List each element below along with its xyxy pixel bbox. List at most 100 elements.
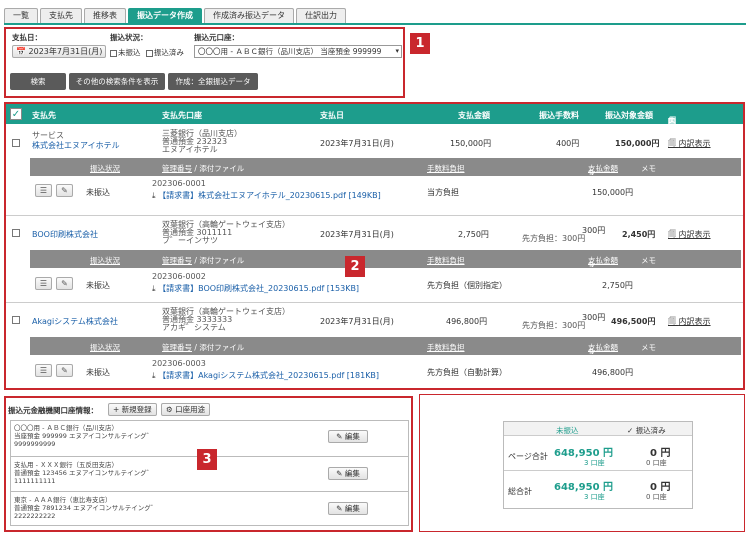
edit-account-button[interactable]: ✎ 編集 [328, 430, 368, 443]
summary-panel: 未振込 ✓ 振込済み ページ合計 648,950 円 3 口座 0 円 0 口座… [419, 394, 745, 532]
account-holder: エヌアイホテル [162, 145, 218, 154]
mgmt-number: 202306-0003 [152, 359, 206, 368]
download-icon: ⤓ [152, 191, 156, 200]
attachment: ⤓ 【請求書】Akagiシステム株式会社_20230615.pdf [181KB… [152, 370, 379, 381]
account-holder: ブ゛ーインサツ [162, 236, 218, 245]
memo-button[interactable]: ☰ [35, 184, 52, 197]
header-amount: 支払金額 [458, 111, 490, 120]
tab-list[interactable]: 一覧 [4, 8, 38, 23]
status-filters: 未振込 振込済み [110, 47, 184, 58]
edit-pencil-button[interactable]: ✎ [56, 364, 73, 377]
row-checkbox[interactable] [12, 229, 20, 237]
page-paid-amount: 0 円 [650, 448, 671, 459]
attachment: ⤓ 【請求書】BOO印刷株式会社_20230615.pdf [153KB] [152, 283, 359, 294]
annotation-badge-2: 2 [345, 256, 365, 277]
pay-amount: 496,800円 [446, 317, 488, 326]
memo-icon: ☰ [39, 279, 48, 288]
payee-name-link[interactable]: BOO印刷株式会社 [32, 229, 98, 240]
download-icon: ⤓ [152, 371, 156, 380]
edit-pencil-button[interactable]: ✎ [56, 184, 73, 197]
search-panel: 支払日： 📅 2023年7月31日(月) 振込状況： 未振込 振込済み 振込元口… [4, 27, 405, 98]
bank-panel-title: 振込元金融機関口座情報： [8, 406, 98, 415]
check-icon: ✓ [627, 426, 634, 435]
sub-fee-burden-header[interactable]: 手数料負担 [427, 343, 465, 352]
pay-date: 2023年7月31日(月) [320, 230, 394, 239]
table-row: サービス 株式会社エヌアイホテル 三菱銀行（品川支店） 普通預金 232323 … [6, 124, 743, 211]
row-checkbox[interactable] [12, 139, 20, 147]
tab-journal-export[interactable]: 仕訳出力 [296, 8, 346, 23]
tab-create-transfer[interactable]: 振込データ作成 [128, 8, 202, 23]
sub-mgmt-header[interactable]: 管理番号 [162, 164, 192, 173]
sub-mgmt-header[interactable]: 管理番号 [162, 343, 192, 352]
pencil-icon: ✎ [336, 504, 343, 513]
total-paid-amount: 0 円 [650, 482, 671, 493]
transfer-fee: 400円 [556, 139, 580, 148]
page-unpaid-amount: 648,950 円 [554, 448, 614, 459]
plus-icon: + [113, 405, 120, 414]
sub-fee-burden-header[interactable]: 手数料負担 [427, 164, 465, 173]
date-picker[interactable]: 📅 2023年7月31日(月) [12, 45, 106, 58]
create-zengin-button[interactable]: 作成：全銀振込データ [168, 73, 258, 90]
fee-burden: 先方負担（自動計算） [427, 368, 507, 377]
unpaid-checkbox[interactable] [110, 49, 117, 57]
tab-trend[interactable]: 推移表 [84, 8, 126, 23]
paid-checkbox[interactable] [145, 49, 153, 57]
sub-fee-burden-header[interactable]: 手数料負担 [427, 256, 465, 265]
summary-col-paid: ✓ 振込済み [627, 426, 666, 435]
payee-name-link[interactable]: Akagiシステム株式会社 [32, 316, 118, 327]
more-conditions-button[interactable]: その他の検索条件を表示 [69, 73, 165, 90]
attachment-link[interactable]: 【請求書】Akagiシステム株式会社_20230615.pdf [181KB] [158, 371, 379, 380]
payee-prefix: サービス [32, 131, 64, 140]
new-account-button[interactable]: + 新規登録 [108, 403, 157, 416]
list-item: 東京 - ＡＡＡ銀行（恵比寿支店） 普通預金 7891234 エヌアイコンサルテイ… [10, 491, 409, 526]
detail-link[interactable]: 🗐 内訳表示 [668, 138, 711, 152]
detail-link[interactable]: 🗐 内訳表示 [668, 316, 711, 330]
payee-name-link[interactable]: 株式会社エヌアイホテル [32, 140, 120, 151]
paid-label: 振込済み [153, 48, 184, 57]
date-label: 支払日： [12, 33, 42, 42]
page-paid-count: 0 口座 [646, 459, 667, 467]
pencil-icon: ✎ [61, 186, 68, 195]
attachment: ⤓ 【請求書】株式会社エヌアイホテル_20230615.pdf [149KB] [152, 190, 381, 201]
fee-burden: 先方負担（個別指定） [427, 281, 507, 290]
sub-memo-header: メモ [641, 164, 656, 173]
header-fee: 振込手数料 [539, 111, 579, 120]
chevron-down-icon: ▾ [395, 47, 399, 55]
edit-account-button[interactable]: ✎ 編集 [328, 502, 368, 515]
edit-account-button[interactable]: ✎ 編集 [328, 467, 368, 480]
detail-icon: 🗐 [668, 139, 676, 148]
summary-col-unpaid: 未振込 [556, 426, 579, 435]
header-payee: 支払先 [32, 111, 56, 120]
attachment-link[interactable]: 【請求書】BOO印刷株式会社_20230615.pdf [153KB] [158, 284, 359, 293]
detail-link[interactable]: 🗐 内訳表示 [668, 229, 711, 243]
pencil-icon: ✎ [61, 366, 68, 375]
pencil-icon: ✎ [61, 279, 68, 288]
account-usage-button[interactable]: ⚙ 口座用途 [161, 403, 211, 416]
tab-payees[interactable]: 支払先 [40, 8, 82, 23]
search-button[interactable]: 検索 [10, 73, 66, 90]
pay-date: 2023年7月31日(月) [320, 317, 394, 326]
sub-header: 振込状況 管理番号 / 添付ファイル 手数料負担 ⇅ 支払金額 メモ [30, 337, 741, 356]
sub-header: 振込状況 管理番号 / 添付ファイル 手数料負担 ⇅ 支払金額 メモ [30, 250, 741, 269]
gear-icon: ⚙ [166, 405, 173, 414]
pay-amount: 2,750円 [458, 230, 489, 239]
attachment-link[interactable]: 【請求書】株式会社エヌアイホテル_20230615.pdf [149KB] [158, 191, 381, 200]
results-panel: ✓ 支払先 支払先口座 支払日 支払金額 振込手数料 振込対象金額 🗐 内訳表示… [4, 102, 745, 390]
tab-created-transfers[interactable]: 作成済み振込データ [204, 8, 294, 23]
fee-burden: 当方負担 [427, 188, 459, 197]
sub-mgmt-header[interactable]: 管理番号 [162, 256, 192, 265]
mgmt-number: 202306-0001 [152, 179, 206, 188]
source-account-select[interactable]: 〇〇〇用 - ＡＢＣ銀行（品川支店） 当座預金 999999 ▾ [194, 45, 402, 58]
memo-button[interactable]: ☰ [35, 364, 52, 377]
total-unpaid-count: 3 口座 [584, 493, 605, 501]
sub-status-header[interactable]: 振込状況 [90, 164, 120, 173]
transfer-status: 未振込 [86, 281, 110, 290]
transfer-fee: 300円 [582, 226, 606, 235]
select-all-checkbox[interactable]: ✓ [10, 108, 22, 120]
memo-button[interactable]: ☰ [35, 277, 52, 290]
row-checkbox[interactable] [12, 316, 20, 324]
edit-pencil-button[interactable]: ✎ [56, 277, 73, 290]
sub-status-header[interactable]: 振込状況 [90, 343, 120, 352]
detail-icon: 🗐 [668, 317, 676, 326]
sub-status-header[interactable]: 振込状況 [90, 256, 120, 265]
